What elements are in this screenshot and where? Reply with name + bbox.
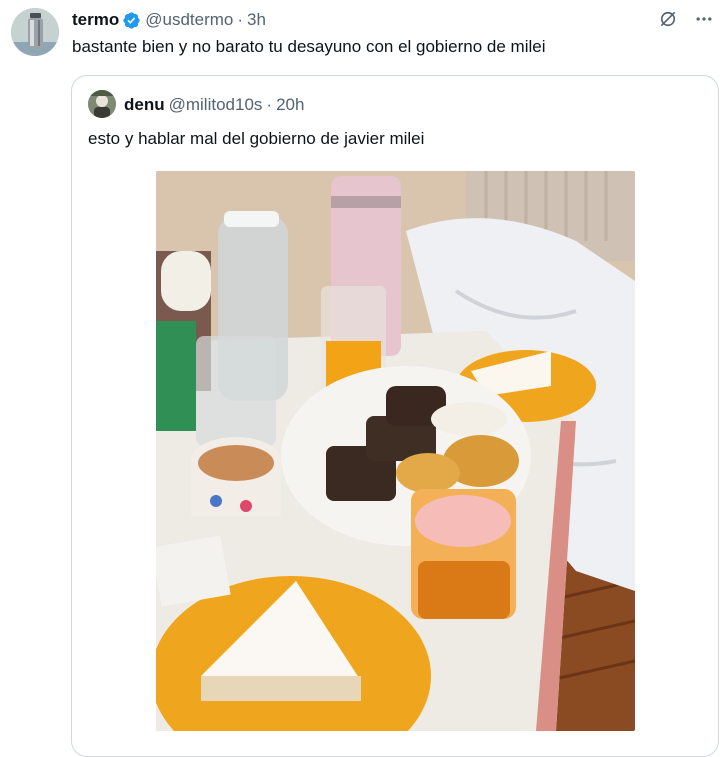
quoted-separator-dot: · <box>266 95 273 114</box>
quoted-text: esto y hablar mal del gobierno de javier… <box>88 129 425 148</box>
breakfast-photo[interactable] <box>156 171 635 731</box>
grok-icon[interactable] <box>657 8 679 30</box>
display-name[interactable]: termo <box>72 10 119 30</box>
more-icon[interactable] <box>693 8 715 30</box>
timestamp[interactable]: 3h <box>247 10 266 30</box>
thermos-avatar-image <box>11 8 59 56</box>
avatar[interactable] <box>11 8 59 56</box>
tweet-card[interactable]: termo @usdtermo · 3h bastante bien y no … <box>0 0 723 757</box>
verified-badge-icon <box>122 11 141 30</box>
tweet-text: bastante bien y no barato tu desayuno co… <box>72 37 546 56</box>
quoted-avatar-image <box>88 90 116 118</box>
quoted-tweet[interactable]: denu @militod10s · 20h esto y hablar mal… <box>71 75 719 757</box>
breakfast-photo-image <box>156 171 635 731</box>
quoted-handle[interactable]: @militod10s <box>169 95 263 115</box>
tweet-header: termo @usdtermo · 3h <box>72 9 266 31</box>
user-handle[interactable]: @usdtermo <box>145 10 233 30</box>
separator-dot: · <box>237 10 244 29</box>
header-actions <box>657 8 715 30</box>
quoted-header: denu @militod10s · 20h <box>124 95 304 115</box>
quoted-avatar[interactable] <box>88 90 116 118</box>
quoted-timestamp[interactable]: 20h <box>276 95 304 115</box>
quoted-display-name[interactable]: denu <box>124 95 165 115</box>
